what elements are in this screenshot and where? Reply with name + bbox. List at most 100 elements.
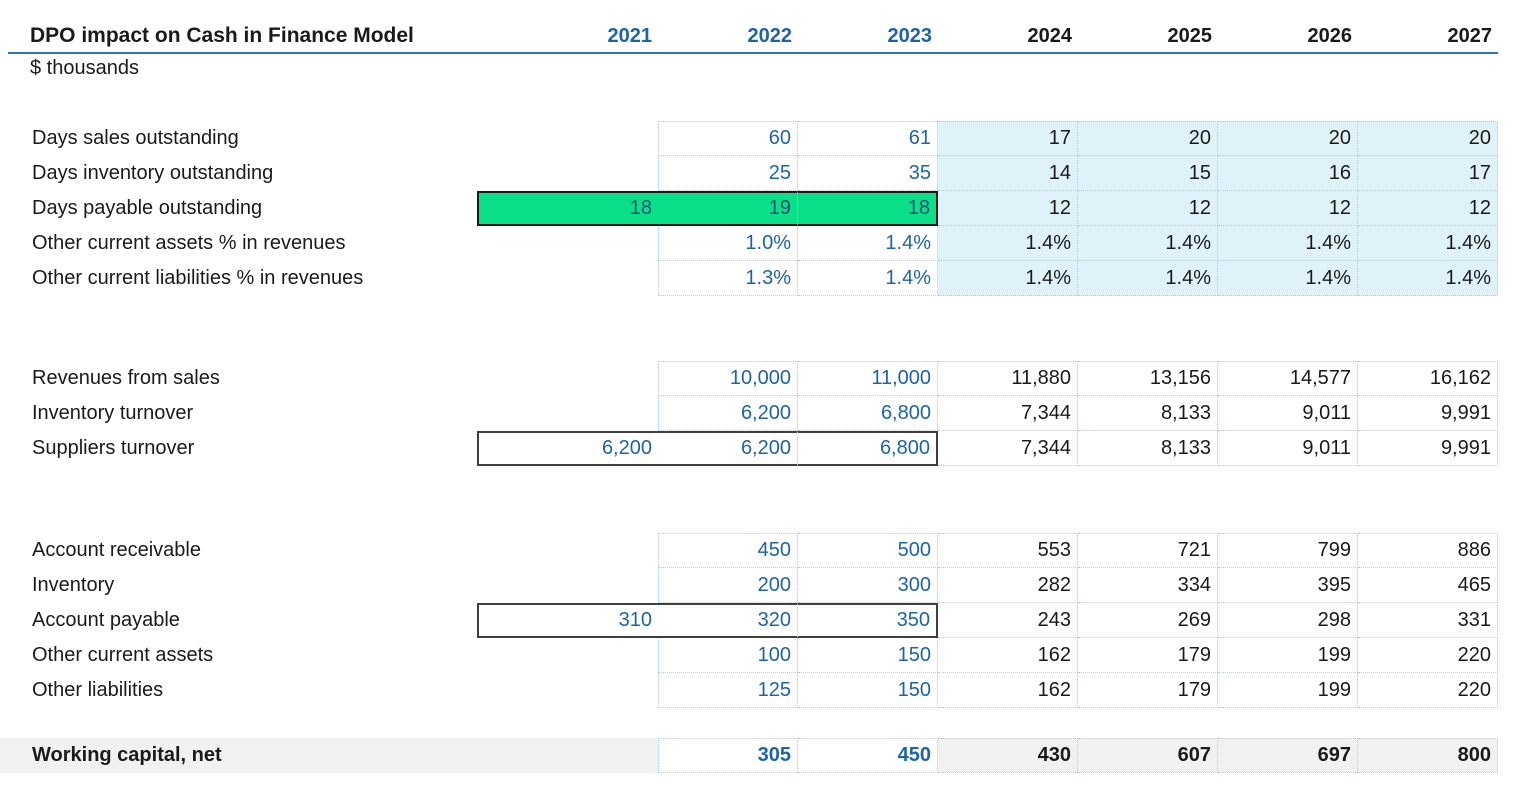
- header-row: DPO impact on Cash in Finance Model 2021…: [0, 20, 1536, 52]
- cell-2025: 1.4%: [1078, 226, 1218, 261]
- cell-2021: [477, 568, 658, 603]
- cell-2025: 269: [1078, 603, 1218, 638]
- units-label: $ thousands: [0, 52, 1536, 85]
- year-header-2021: 2021: [477, 25, 658, 48]
- header-underline: [8, 52, 1498, 54]
- cell-2022[interactable]: 100: [658, 638, 798, 673]
- year-header-2025: 2025: [1078, 25, 1218, 48]
- cell-2021: [477, 261, 658, 296]
- row-account-payable: Account payable 310 320 350 243 269 298 …: [0, 603, 1536, 638]
- cell-2026: 9,011: [1218, 396, 1358, 431]
- cell-2022[interactable]: 25: [658, 156, 798, 191]
- cell-2023[interactable]: 35: [798, 156, 938, 191]
- cell-2023[interactable]: 11,000: [798, 361, 938, 396]
- row-revenues-from-sales: Revenues from sales 10,000 11,000 11,880…: [0, 361, 1536, 396]
- cell-2023-white-input[interactable]: 6,800: [798, 431, 938, 466]
- cell-2026: 298: [1218, 603, 1358, 638]
- row-account-receivable: Account receivable 450 500 553 721 799 8…: [0, 533, 1536, 568]
- cell-2025: 179: [1078, 673, 1218, 708]
- cell-2025: 20: [1078, 121, 1218, 156]
- cell-2022[interactable]: 10,000: [658, 361, 798, 396]
- row-label: Days sales outstanding: [0, 121, 477, 156]
- cell-2025: 13,156: [1078, 361, 1218, 396]
- cell-2024: 282: [938, 568, 1078, 603]
- cell-2023[interactable]: 450: [798, 738, 938, 773]
- cell-2023[interactable]: 500: [798, 533, 938, 568]
- cell-2023[interactable]: 300: [798, 568, 938, 603]
- cell-2022[interactable]: 305: [658, 738, 798, 773]
- cell-2022[interactable]: 450: [658, 533, 798, 568]
- year-header-2024: 2024: [938, 25, 1078, 48]
- row-label: Days payable outstanding: [0, 191, 477, 226]
- cell-2027: 1.4%: [1358, 226, 1498, 261]
- cell-2026: 20: [1218, 121, 1358, 156]
- cell-2021: [477, 121, 658, 156]
- row-label: Suppliers turnover: [0, 431, 477, 466]
- spacer: [0, 708, 1536, 738]
- cell-2024: 17: [938, 121, 1078, 156]
- cell-2022-white-input[interactable]: 320: [658, 603, 798, 638]
- cell-2026: 199: [1218, 673, 1358, 708]
- cell-2025: 179: [1078, 638, 1218, 673]
- cell-2023-green-input[interactable]: 18: [798, 191, 938, 226]
- cell-2022[interactable]: 1.3%: [658, 261, 798, 296]
- cell-2025: 8,133: [1078, 396, 1218, 431]
- spacer: [0, 85, 1536, 121]
- row-label: Other current liabilities % in revenues: [0, 261, 477, 296]
- cell-2024: 7,344: [938, 396, 1078, 431]
- cell-2021: [477, 738, 658, 773]
- cell-2022[interactable]: 1.0%: [658, 226, 798, 261]
- cell-2021: [477, 396, 658, 431]
- spacer: [0, 296, 1536, 361]
- cell-2023-white-input[interactable]: 350: [798, 603, 938, 638]
- finance-model-sheet: DPO impact on Cash in Finance Model 2021…: [0, 20, 1536, 773]
- cell-2023[interactable]: 150: [798, 673, 938, 708]
- cell-2022-white-input[interactable]: 6,200: [658, 431, 798, 466]
- year-header-2027: 2027: [1358, 25, 1498, 48]
- cell-2023[interactable]: 1.4%: [798, 261, 938, 296]
- cell-2022[interactable]: 200: [658, 568, 798, 603]
- cell-2027: 220: [1358, 638, 1498, 673]
- row-other-current-assets: Other current assets 100 150 162 179 199…: [0, 638, 1536, 673]
- row-label: Working capital, net: [0, 738, 477, 773]
- cell-2024: 14: [938, 156, 1078, 191]
- cell-2023[interactable]: 6,800: [798, 396, 938, 431]
- cell-2026: 697: [1218, 738, 1358, 773]
- cell-2021: [477, 533, 658, 568]
- cell-2027: 16,162: [1358, 361, 1498, 396]
- row-other-liabilities: Other liabilities 125 150 162 179 199 22…: [0, 673, 1536, 708]
- cell-2021-white-input[interactable]: 310: [477, 603, 658, 638]
- cell-2021: [477, 638, 658, 673]
- cell-2023[interactable]: 1.4%: [798, 226, 938, 261]
- cell-2026: 1.4%: [1218, 226, 1358, 261]
- row-days-inventory-outstanding: Days inventory outstanding 25 35 14 15 1…: [0, 156, 1536, 191]
- cell-2021: [477, 226, 658, 261]
- cell-2021-green-input[interactable]: 18: [477, 191, 658, 226]
- cell-2024: 162: [938, 638, 1078, 673]
- cell-2024: 162: [938, 673, 1078, 708]
- cell-2026: 16: [1218, 156, 1358, 191]
- cell-2023[interactable]: 150: [798, 638, 938, 673]
- cell-2025: 1.4%: [1078, 261, 1218, 296]
- cell-2021-white-input[interactable]: 6,200: [477, 431, 658, 466]
- cell-2023[interactable]: 61: [798, 121, 938, 156]
- spacer: [0, 466, 1536, 533]
- cell-2027: 12: [1358, 191, 1498, 226]
- cell-2022-green-input[interactable]: 19: [658, 191, 798, 226]
- row-label: Days inventory outstanding: [0, 156, 477, 191]
- row-label: Other current assets: [0, 638, 477, 673]
- row-label: Inventory: [0, 568, 477, 603]
- row-suppliers-turnover: Suppliers turnover 6,200 6,200 6,800 7,3…: [0, 431, 1536, 466]
- cell-2022[interactable]: 60: [658, 121, 798, 156]
- cell-2024: 11,880: [938, 361, 1078, 396]
- cell-2022[interactable]: 6,200: [658, 396, 798, 431]
- row-inventory: Inventory 200 300 282 334 395 465: [0, 568, 1536, 603]
- cell-2027: 9,991: [1358, 431, 1498, 466]
- cell-2025: 12: [1078, 191, 1218, 226]
- cell-2027: 800: [1358, 738, 1498, 773]
- cell-2025: 334: [1078, 568, 1218, 603]
- cell-2025: 15: [1078, 156, 1218, 191]
- cell-2027: 20: [1358, 121, 1498, 156]
- cell-2024: 12: [938, 191, 1078, 226]
- cell-2022[interactable]: 125: [658, 673, 798, 708]
